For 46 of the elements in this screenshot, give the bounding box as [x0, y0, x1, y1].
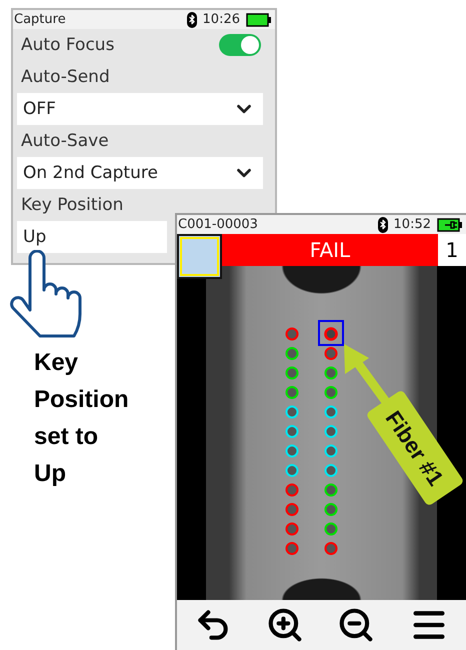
fiber-marker[interactable]	[324, 464, 338, 477]
fiber-marker[interactable]	[286, 542, 298, 555]
fiber-marker[interactable]	[324, 425, 338, 438]
fiber-marker[interactable]	[324, 484, 338, 496]
caption: Key Position set to Up	[34, 348, 130, 489]
clock-time: 10:26	[202, 12, 240, 27]
fiber-marker[interactable]	[324, 503, 338, 516]
file-name: C001-00003	[178, 217, 259, 232]
zoom-in-button[interactable]	[266, 606, 304, 644]
battery-charging-icon	[437, 218, 463, 232]
setting-label: Auto-Save	[21, 131, 109, 151]
fiber-marker[interactable]	[286, 366, 298, 380]
clock-time: 10:52	[394, 217, 431, 232]
bluetooth-icon	[378, 216, 388, 232]
toggle-switch[interactable]	[219, 34, 261, 56]
fiber-marker[interactable]	[324, 386, 338, 399]
fiber-marker[interactable]	[286, 406, 298, 418]
setting-label: Key Position	[21, 195, 124, 215]
fiber-marker[interactable]	[324, 522, 338, 536]
fiber-marker[interactable]	[324, 327, 338, 341]
fiber-marker[interactable]	[286, 522, 298, 536]
setting-label: Auto-Send	[21, 67, 110, 87]
setting-label: Auto Focus	[21, 35, 114, 55]
screen-title: Capture	[14, 12, 67, 27]
fiber-marker[interactable]	[324, 406, 338, 418]
fiber-marker[interactable]	[324, 347, 338, 360]
fiber-marker[interactable]	[286, 444, 298, 458]
bluetooth-icon	[186, 12, 197, 28]
fiber-marker[interactable]	[286, 386, 298, 399]
thumbnail[interactable]	[177, 234, 222, 279]
dropdown[interactable]: On 2nd Capture	[17, 157, 263, 189]
zoom-out-button[interactable]	[337, 606, 376, 644]
input-field[interactable]: Up	[17, 221, 167, 253]
fiber-count: 1	[438, 234, 466, 266]
battery-icon	[246, 12, 272, 26]
dropdown[interactable]: OFF	[17, 93, 263, 125]
fiber-marker[interactable]	[286, 484, 298, 496]
fiber-marker[interactable]	[324, 444, 338, 458]
fiber-marker[interactable]	[324, 366, 338, 380]
fiber-marker[interactable]	[286, 503, 298, 516]
fiber-marker[interactable]	[286, 347, 298, 360]
result-banner: FAIL	[222, 234, 438, 266]
fiber-marker[interactable]	[286, 464, 298, 477]
fiber-marker[interactable]	[324, 542, 338, 555]
fiber-marker[interactable]	[286, 425, 298, 438]
fiber-marker[interactable]	[286, 328, 298, 340]
